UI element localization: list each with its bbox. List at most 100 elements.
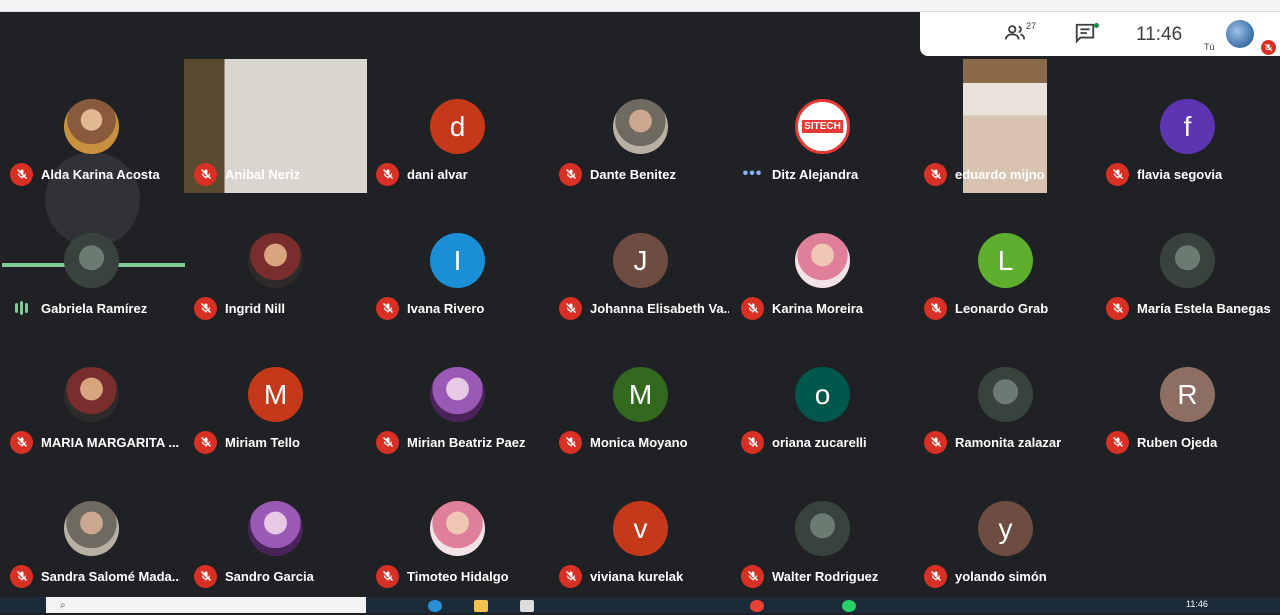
- participant-avatar: M: [613, 367, 668, 422]
- participant-name: dani alvar: [407, 166, 468, 182]
- muted-mic-icon: [924, 162, 947, 186]
- participant-tile[interactable]: o oriana zucarelli: [731, 327, 913, 461]
- participant-tile[interactable]: Walter Rodriguez: [731, 461, 913, 595]
- participant-avatar: d: [430, 99, 485, 154]
- participant-name: Walter Rodriguez: [772, 568, 879, 584]
- muted-mic-icon: [1106, 430, 1129, 454]
- muted-mic-icon: [924, 564, 947, 588]
- participant-name: Timoteo Hidalgo: [407, 568, 509, 584]
- participant-name: Johanna Elisabeth Va...: [590, 300, 729, 316]
- participant-tile[interactable]: Dante Benitez: [549, 59, 731, 193]
- participant-name: eduardo mijno: [955, 166, 1045, 182]
- participant-tile[interactable]: María Estela Banegas: [1096, 193, 1278, 327]
- participant-name-row: eduardo mijno: [924, 162, 1094, 186]
- participant-tile[interactable]: Sandro Garcia: [184, 461, 366, 595]
- participant-tile[interactable]: M Miriam Tello: [184, 327, 366, 461]
- speaking-audio-icon: [10, 301, 33, 315]
- participant-tile[interactable]: Ingrid Nill: [184, 193, 366, 327]
- participant-name: Ruben Ojeda: [1137, 434, 1218, 450]
- muted-mic-icon: [559, 430, 582, 454]
- participant-name: Leonardo Grab: [955, 300, 1049, 316]
- participant-name-row: Miriam Tello: [194, 430, 364, 454]
- participant-tile[interactable]: Sandra Salomé Mada...: [0, 461, 182, 595]
- participant-tile[interactable]: v viviana kurelak: [549, 461, 731, 595]
- windows-taskbar: ⌕ 11:46: [0, 597, 1280, 613]
- participant-name-row: Ruben Ojeda: [1106, 430, 1276, 454]
- muted-mic-icon: [559, 564, 582, 588]
- muted-mic-icon: [376, 296, 399, 320]
- participant-tile[interactable]: eduardo mijno: [914, 59, 1096, 193]
- participant-tile[interactable]: y yolando simón: [914, 461, 1096, 595]
- participant-avatar: [64, 233, 119, 288]
- participant-tile[interactable]: Gabriela Ramírez: [0, 193, 182, 327]
- participant-avatar: [430, 367, 485, 422]
- participant-avatar: [795, 233, 850, 288]
- meeting-top-bar: 27 11:46 Tú: [920, 12, 1280, 56]
- participant-tile[interactable]: Ramonita zalazar: [914, 327, 1096, 461]
- folder-icon[interactable]: [474, 600, 488, 612]
- people-icon: [1004, 25, 1026, 40]
- self-avatar[interactable]: [1226, 20, 1254, 48]
- participant-avatar: [64, 367, 119, 422]
- taskbar-search[interactable]: ⌕: [46, 597, 366, 613]
- participant-name: Karina Moreira: [772, 300, 864, 316]
- muted-mic-icon: [1106, 296, 1129, 320]
- participant-tile[interactable]: SITECH ••• Ditz Alejandra: [731, 59, 913, 193]
- meeting-clock: 11:46: [1136, 24, 1183, 45]
- participant-avatar: o: [795, 367, 850, 422]
- participant-tile[interactable]: Mirian Beatriz Paez: [366, 327, 548, 461]
- chat-button[interactable]: [1074, 22, 1099, 46]
- sitech-logo-text: SITECH: [802, 120, 843, 133]
- muted-mic-icon: [741, 564, 764, 588]
- participant-tile[interactable]: R Ruben Ojeda: [1096, 327, 1278, 461]
- participant-name-row: Ingrid Nill: [194, 296, 364, 320]
- participant-tile[interactable]: f flavia segovia: [1096, 59, 1278, 193]
- muted-mic-icon: [376, 430, 399, 454]
- participant-avatar: v: [613, 501, 668, 556]
- participant-tile[interactable]: Karina Moreira: [731, 193, 913, 327]
- participant-name: viviana kurelak: [590, 568, 684, 584]
- participant-name-row: Mirian Beatriz Paez: [376, 430, 546, 454]
- edge-icon[interactable]: [428, 600, 442, 612]
- muted-mic-icon: [10, 162, 33, 186]
- participant-avatar: f: [1160, 99, 1215, 154]
- participant-tile[interactable]: M Monica Moyano: [549, 327, 731, 461]
- participant-tile[interactable]: I Ivana Rivero: [366, 193, 548, 327]
- participant-name-row: flavia segovia: [1106, 162, 1276, 186]
- participant-name: Alda Karina Acosta: [41, 166, 160, 182]
- muted-mic-icon: [194, 162, 217, 186]
- whatsapp-icon[interactable]: [842, 600, 856, 612]
- participant-name: Mirian Beatriz Paez: [407, 434, 526, 450]
- participant-tile[interactable]: Timoteo Hidalgo: [366, 461, 548, 595]
- muted-mic-icon: [10, 564, 33, 588]
- muted-mic-icon: [194, 564, 217, 588]
- participant-name: Anibal Neriz: [225, 166, 301, 182]
- participant-name-row: MARIA MARGARITA ...: [10, 430, 180, 454]
- chrome-icon[interactable]: [750, 600, 764, 612]
- participant-name: Dante Benitez: [590, 166, 676, 182]
- participant-name: Ivana Rivero: [407, 300, 485, 316]
- participant-tile[interactable]: MARIA MARGARITA ...: [0, 327, 182, 461]
- participant-name-row: Walter Rodriguez: [741, 564, 911, 588]
- participant-name-row: Timoteo Hidalgo: [376, 564, 546, 588]
- participant-tile[interactable]: J Johanna Elisabeth Va...: [549, 193, 731, 327]
- participant-tile[interactable]: d dani alvar: [366, 59, 548, 193]
- participant-name: María Estela Banegas: [1137, 300, 1271, 316]
- store-icon[interactable]: [520, 600, 534, 612]
- participant-name-row: Sandro Garcia: [194, 564, 364, 588]
- participant-name-row: Dante Benitez: [559, 162, 729, 186]
- participant-name-row: dani alvar: [376, 162, 546, 186]
- participant-avatar: [248, 233, 303, 288]
- participant-name-row: ••• Ditz Alejandra: [741, 162, 911, 186]
- participant-name-row: Anibal Neriz: [194, 162, 364, 186]
- participant-avatar: [64, 99, 119, 154]
- participant-avatar: [613, 99, 668, 154]
- muted-mic-icon: [924, 296, 947, 320]
- participants-button[interactable]: 27: [1004, 21, 1038, 46]
- participant-tile[interactable]: Anibal Neriz: [184, 59, 367, 193]
- participant-tile[interactable]: L Leonardo Grab: [914, 193, 1096, 327]
- unread-dot: [1094, 23, 1099, 28]
- participant-tile[interactable]: Alda Karina Acosta: [0, 59, 182, 193]
- muted-mic-icon: [376, 162, 399, 186]
- participant-name: flavia segovia: [1137, 166, 1223, 182]
